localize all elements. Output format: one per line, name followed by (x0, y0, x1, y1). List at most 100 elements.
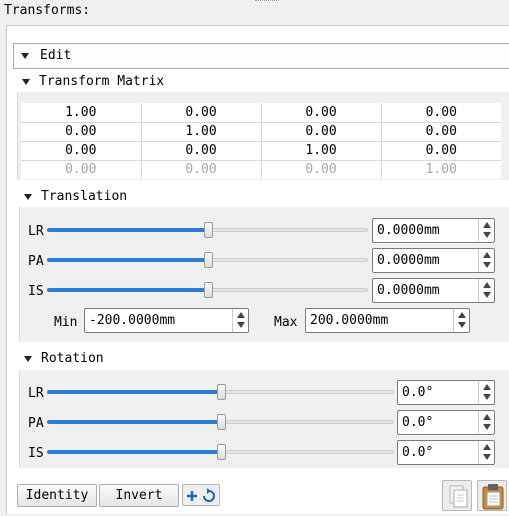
rotation-lr-value: 0.0° (402, 385, 434, 400)
spin-arrows[interactable] (478, 381, 494, 404)
spin-up-icon[interactable] (483, 252, 491, 258)
spin-down-icon[interactable] (483, 262, 491, 268)
translation-lr-slider[interactable] (47, 222, 368, 238)
slider-fill (47, 288, 208, 292)
rotation-lr-spinbox[interactable]: 0.0° (397, 380, 495, 405)
spin-up-icon[interactable] (237, 312, 245, 318)
rotation-lr-label: LR (28, 386, 44, 401)
matrix-cell[interactable]: 0.00 (141, 141, 262, 161)
slider-handle[interactable] (217, 414, 226, 430)
spin-down-icon[interactable] (483, 424, 491, 430)
slider-handle[interactable] (204, 222, 213, 238)
slider-handle[interactable] (204, 282, 213, 298)
spin-arrows[interactable] (478, 411, 494, 434)
collapse-arrow-icon[interactable] (21, 53, 29, 59)
rotation-is-slider[interactable] (47, 444, 394, 460)
add-refresh-icon (187, 488, 215, 502)
matrix-cell[interactable]: 1.00 (261, 141, 382, 161)
spin-arrows[interactable] (478, 249, 494, 272)
matrix-cell[interactable]: 0.00 (381, 122, 501, 142)
dock-grip[interactable] (255, 0, 279, 2)
translation-lr-value: 0.0000mm (377, 223, 440, 238)
spin-down-icon[interactable] (483, 232, 491, 238)
spin-up-icon[interactable] (483, 222, 491, 228)
translation-min-spinbox[interactable]: -200.0000mm (84, 308, 249, 333)
translation-section-label: Translation (41, 189, 128, 204)
slider-fill (47, 450, 221, 454)
translation-pa-spinbox[interactable]: 0.0000mm (372, 248, 495, 273)
transform-matrix-table: 1.00 0.00 0.00 0.00 0.00 1.00 0.00 0.00 … (21, 103, 501, 179)
translation-is-slider[interactable] (47, 282, 368, 298)
matrix-cell[interactable]: 1.00 (21, 103, 142, 123)
matrix-cell[interactable]: 0.00 (261, 103, 382, 123)
collapse-arrow-icon[interactable] (22, 79, 30, 85)
spin-down-icon[interactable] (458, 322, 466, 328)
spin-down-icon[interactable] (483, 454, 491, 460)
translation-max-value: 200.0000mm (310, 313, 389, 328)
spin-up-icon[interactable] (483, 444, 491, 450)
spin-up-icon[interactable] (483, 384, 491, 390)
matrix-cell[interactable]: 0.00 (381, 103, 501, 123)
matrix-cell[interactable]: 0.00 (381, 141, 501, 161)
copy-button[interactable] (442, 480, 472, 511)
translation-is-value: 0.0000mm (377, 283, 440, 298)
collapse-arrow-icon[interactable] (24, 194, 32, 200)
matrix-row: 0.00 0.00 1.00 0.00 (21, 141, 501, 161)
invert-button[interactable]: Invert (99, 484, 179, 507)
max-label: Max (274, 315, 298, 330)
translation-pa-slider[interactable] (47, 252, 368, 268)
identity-button[interactable]: Identity (17, 484, 97, 507)
collapse-arrow-icon[interactable] (24, 356, 32, 362)
add-refresh-button[interactable] (182, 484, 220, 506)
translation-is-spinbox[interactable]: 0.0000mm (372, 278, 495, 303)
matrix-cell[interactable]: 1.00 (141, 122, 262, 142)
translation-lr-spinbox[interactable]: 0.0000mm (372, 218, 495, 243)
slider-handle[interactable] (217, 444, 226, 460)
matrix-cell: 0.00 (261, 160, 382, 179)
slider-fill (47, 228, 208, 232)
matrix-cell[interactable]: 0.00 (141, 103, 262, 123)
matrix-cell[interactable]: 0.00 (21, 141, 142, 161)
rotation-pa-label: PA (28, 416, 44, 431)
slider-fill (47, 258, 208, 262)
rotation-lr-slider[interactable] (47, 384, 394, 400)
translation-pa-label: PA (28, 254, 44, 269)
spin-arrows[interactable] (232, 309, 248, 332)
spin-up-icon[interactable] (483, 414, 491, 420)
spin-down-icon[interactable] (483, 394, 491, 400)
copy-icon (449, 485, 468, 508)
min-label: Min (54, 315, 78, 330)
rotation-section-label: Rotation (41, 351, 104, 366)
rotation-is-spinbox[interactable]: 0.0° (397, 440, 495, 465)
matrix-cell[interactable]: 0.00 (261, 122, 382, 142)
paste-button[interactable] (477, 480, 507, 511)
matrix-cell: 1.00 (381, 160, 501, 179)
matrix-cell: 0.00 (21, 160, 142, 179)
translation-lr-label: LR (28, 224, 44, 239)
slider-handle[interactable] (204, 252, 213, 268)
rotation-pa-spinbox[interactable]: 0.0° (397, 410, 495, 435)
matrix-row: 1.00 0.00 0.00 0.00 (21, 103, 501, 123)
translation-min-value: -200.0000mm (89, 313, 176, 328)
matrix-cell: 0.00 (141, 160, 262, 179)
spin-arrows[interactable] (478, 279, 494, 302)
translation-max-spinbox[interactable]: 200.0000mm (305, 308, 470, 333)
spin-up-icon[interactable] (458, 312, 466, 318)
rotation-is-value: 0.0° (402, 445, 434, 460)
spin-down-icon[interactable] (483, 292, 491, 298)
matrix-cell[interactable]: 0.00 (21, 122, 142, 142)
spin-arrows[interactable] (453, 309, 469, 332)
spin-arrows[interactable] (478, 219, 494, 242)
spin-arrows[interactable] (478, 441, 494, 464)
rotation-pa-slider[interactable] (47, 414, 394, 430)
rotation-is-label: IS (28, 446, 44, 461)
panel-title: Transforms: (4, 3, 91, 18)
slider-handle[interactable] (217, 384, 226, 400)
matrix-row: 0.00 1.00 0.00 0.00 (21, 122, 501, 142)
spin-up-icon[interactable] (483, 282, 491, 288)
edit-section[interactable] (13, 43, 509, 69)
slider-fill (47, 390, 221, 394)
spin-down-icon[interactable] (237, 322, 245, 328)
slider-fill (47, 420, 221, 424)
edit-section-label: Edit (40, 48, 72, 63)
